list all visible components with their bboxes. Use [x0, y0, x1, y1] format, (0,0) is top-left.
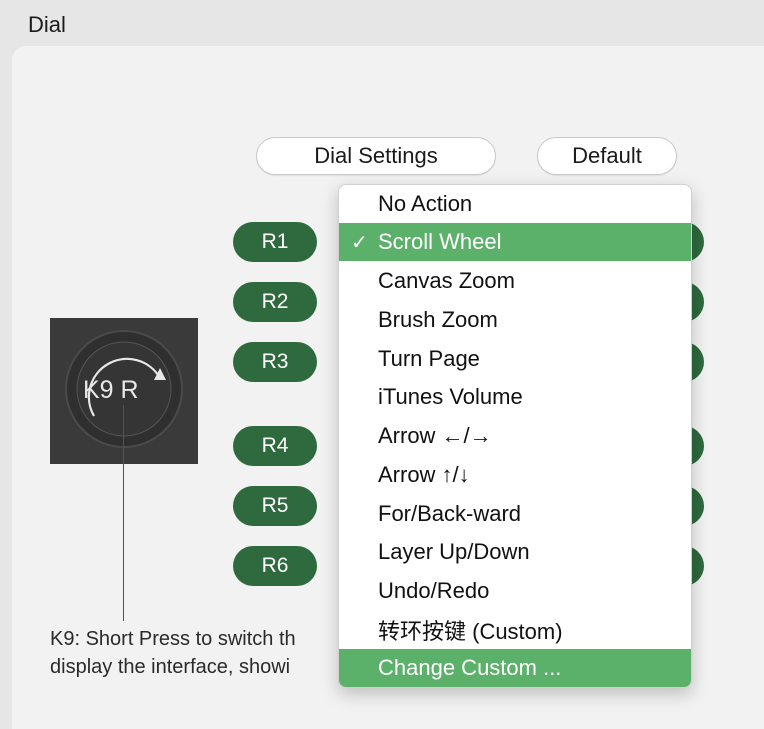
- menu-item-arrow-left-right[interactable]: Arrow ←/→: [339, 417, 691, 455]
- menu-item-label: Arrow ←/→: [378, 423, 492, 448]
- ring-r2-button[interactable]: R2: [233, 282, 317, 322]
- menu-item-label: Canvas Zoom: [378, 268, 515, 293]
- dial-window: Dial Dial Settings Default R1 R2 R3 R4 R…: [0, 0, 764, 729]
- menu-item-forward-backward[interactable]: For/Back-ward: [339, 495, 691, 533]
- menu-item-label: iTunes Volume: [378, 384, 523, 409]
- window-title: Dial: [28, 12, 66, 37]
- dial-settings-button[interactable]: Dial Settings: [256, 137, 496, 175]
- menu-item-undo-redo[interactable]: Undo/Redo: [339, 572, 691, 610]
- menu-item-label: Layer Up/Down: [378, 539, 530, 564]
- menu-item-brush-zoom[interactable]: Brush Zoom: [339, 301, 691, 339]
- menu-item-no-action[interactable]: No Action: [339, 185, 691, 223]
- menu-item-label: Brush Zoom: [378, 307, 498, 332]
- ring-r1-button[interactable]: R1: [233, 222, 317, 262]
- dial-label: K9 R: [83, 376, 139, 404]
- default-button[interactable]: Default: [537, 137, 677, 175]
- menu-item-label: Arrow ↑/↓: [378, 462, 470, 487]
- menu-item-label: Undo/Redo: [378, 578, 490, 603]
- menu-item-label: Change Custom ...: [378, 655, 562, 680]
- menu-item-layer-up-down[interactable]: Layer Up/Down: [339, 533, 691, 571]
- ring-r6-button[interactable]: R6: [233, 546, 317, 586]
- ring-r5-button[interactable]: R5: [233, 486, 317, 526]
- menu-item-label: For/Back-ward: [378, 501, 522, 526]
- action-dropdown-menu: No Action ✓ Scroll Wheel Canvas Zoom Bru…: [338, 184, 692, 688]
- leader-line: [123, 405, 124, 621]
- menu-item-dial-key-custom[interactable]: 转环按键 (Custom): [339, 611, 691, 649]
- menu-item-label: No Action: [378, 191, 473, 216]
- menu-item-label: 转环按键 (Custom): [378, 619, 563, 644]
- menu-item-change-custom[interactable]: Change Custom ...: [339, 649, 691, 687]
- dial-device-image: K9 R: [50, 318, 198, 464]
- menu-item-canvas-zoom[interactable]: Canvas Zoom: [339, 262, 691, 300]
- menu-item-itunes-volume[interactable]: iTunes Volume: [339, 378, 691, 416]
- menu-item-turn-page[interactable]: Turn Page: [339, 340, 691, 378]
- menu-item-arrow-up-down[interactable]: Arrow ↑/↓: [339, 456, 691, 494]
- ring-r4-button[interactable]: R4: [233, 426, 317, 466]
- checkmark-icon: ✓: [351, 231, 368, 254]
- menu-item-label: Turn Page: [378, 346, 480, 371]
- menu-item-label: Scroll Wheel: [378, 229, 502, 254]
- description-line-1: K9: Short Press to switch th: [50, 628, 296, 650]
- description-line-2: display the interface, showi: [50, 656, 291, 678]
- ring-r3-button[interactable]: R3: [233, 342, 317, 382]
- menu-item-scroll-wheel[interactable]: ✓ Scroll Wheel: [339, 223, 691, 261]
